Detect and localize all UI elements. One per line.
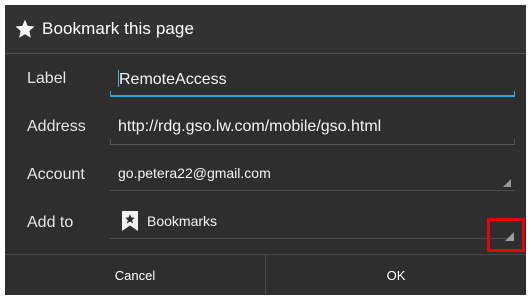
account-caption: Account	[27, 166, 85, 183]
label-input[interactable]: RemoteAccess	[110, 63, 515, 97]
account-spinner[interactable]: go.petera22@gmail.com	[110, 157, 515, 191]
star-icon	[14, 18, 36, 40]
address-input[interactable]: http://rdg.gso.lw.com/mobile/gso.html	[110, 111, 515, 145]
account-row: Account go.petera22@gmail.com	[5, 153, 526, 199]
account-spinner-value: go.petera22@gmail.com	[118, 165, 271, 181]
label-caption: Label	[27, 70, 67, 87]
address-row: Address http://rdg.gso.lw.com/mobile/gso…	[5, 105, 526, 151]
add-to-dropdown-arrow-icon	[505, 232, 514, 241]
dialog-title: Bookmark this page	[42, 19, 195, 38]
add-to-spinner-value: Bookmarks	[147, 213, 218, 229]
bookmark-dialog: Bookmark this page Label RemoteAccess Ad…	[5, 5, 526, 295]
address-caption: Address	[27, 118, 86, 135]
account-spinner-underline	[110, 190, 515, 191]
add-to-caption: Add to	[27, 214, 74, 231]
account-dropdown-arrow-icon	[503, 179, 511, 187]
add-to-spinner[interactable]: Bookmarks	[110, 205, 515, 239]
bookmark-star-icon	[122, 211, 138, 231]
dialog-button-bar: Cancel OK	[5, 254, 526, 295]
label-row: Label RemoteAccess	[5, 57, 526, 103]
address-input-value: http://rdg.gso.lw.com/mobile/gso.html	[118, 118, 382, 135]
address-input-underline	[110, 139, 515, 145]
add-to-row: Add to Bookmarks	[5, 201, 526, 247]
add-to-dropdown-highlight[interactable]	[487, 218, 525, 252]
ok-button[interactable]: OK	[265, 255, 526, 295]
cancel-button[interactable]: Cancel	[5, 255, 265, 295]
label-input-value: RemoteAccess	[119, 71, 227, 88]
label-input-underline	[110, 91, 515, 97]
dialog-titlebar: Bookmark this page	[5, 5, 526, 54]
add-to-spinner-underline	[110, 238, 515, 239]
